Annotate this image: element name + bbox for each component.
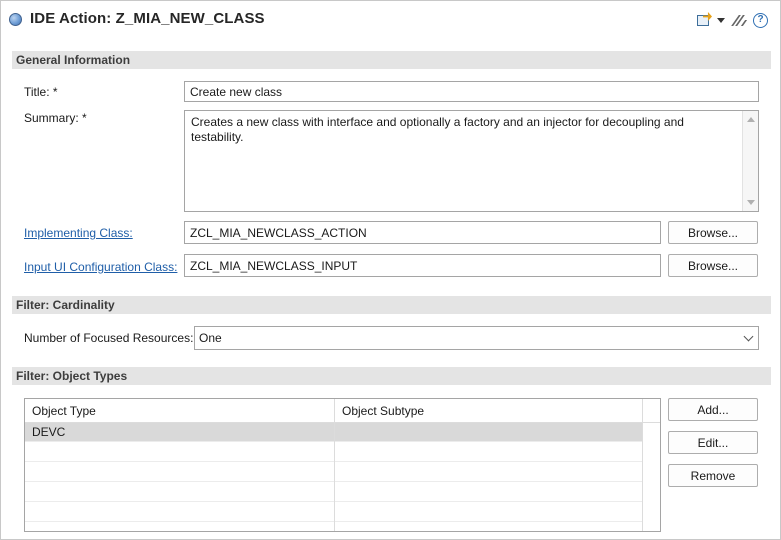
input-ui-config-class-link[interactable]: Input UI Configuration Class: — [24, 260, 177, 274]
dropdown-icon[interactable] — [717, 17, 725, 23]
help-icon[interactable]: ? — [753, 12, 768, 28]
cell-object-type: DEVC — [32, 425, 66, 439]
scroll-up-icon[interactable] — [747, 117, 755, 122]
column-divider — [642, 399, 643, 531]
run-action-icon[interactable] — [697, 12, 713, 28]
focused-resources-label: Number of Focused Resources: — [24, 331, 194, 345]
title-input[interactable]: Create new class — [184, 81, 759, 102]
section-title: General Information — [16, 53, 131, 67]
annotate-icon[interactable] — [731, 13, 748, 27]
implementing-class-input[interactable]: ZCL_MIA_NEWCLASS_ACTION — [184, 221, 661, 244]
browse-input-button[interactable]: Browse... — [668, 254, 758, 277]
section-general-information: General Information — [12, 51, 771, 69]
edit-object-type-button[interactable]: Edit... — [668, 431, 758, 454]
remove-object-type-button[interactable]: Remove — [668, 464, 758, 487]
focused-resources-select[interactable]: One — [194, 326, 759, 350]
summary-textarea[interactable]: Creates a new class with interface and o… — [184, 110, 759, 212]
section-title: Filter: Object Types — [16, 369, 128, 383]
summary-text: Creates a new class with interface and o… — [191, 115, 684, 144]
section-filter-cardinality: Filter: Cardinality — [12, 296, 771, 314]
column-divider — [334, 399, 335, 531]
implementing-class-link[interactable]: Implementing Class: — [24, 226, 133, 240]
section-title: Filter: Cardinality — [16, 298, 115, 312]
page-title: IDE Action: Z_MIA_NEW_CLASS — [30, 10, 265, 27]
column-header-object-type[interactable]: Object Type — [25, 399, 335, 423]
section-filter-object-types: Filter: Object Types — [12, 367, 771, 385]
summary-scrollbar[interactable] — [742, 111, 758, 211]
column-header-object-subtype[interactable]: Object Subtype — [335, 399, 642, 423]
title-label: Title: * — [24, 85, 58, 99]
object-types-table[interactable]: Object Type Object Subtype DEVC — [24, 398, 661, 532]
header-toolbar: ? — [697, 12, 768, 28]
input-ui-config-class-input[interactable]: ZCL_MIA_NEWCLASS_INPUT — [184, 254, 661, 277]
editor-header: IDE Action: Z_MIA_NEW_CLASS ? — [1, 1, 780, 39]
summary-label: Summary: * — [24, 111, 87, 125]
browse-implementing-button[interactable]: Browse... — [668, 221, 758, 244]
cell-object-subtype — [335, 423, 642, 442]
focused-resources-value: One — [199, 331, 222, 345]
table-header: Object Type Object Subtype — [25, 399, 660, 423]
editor-status-icon — [9, 13, 22, 26]
add-object-type-button[interactable]: Add... — [668, 398, 758, 421]
scroll-down-icon[interactable] — [747, 200, 755, 205]
editor-frame: IDE Action: Z_MIA_NEW_CLASS ? General In… — [0, 0, 781, 540]
chevron-down-icon — [743, 331, 754, 342]
